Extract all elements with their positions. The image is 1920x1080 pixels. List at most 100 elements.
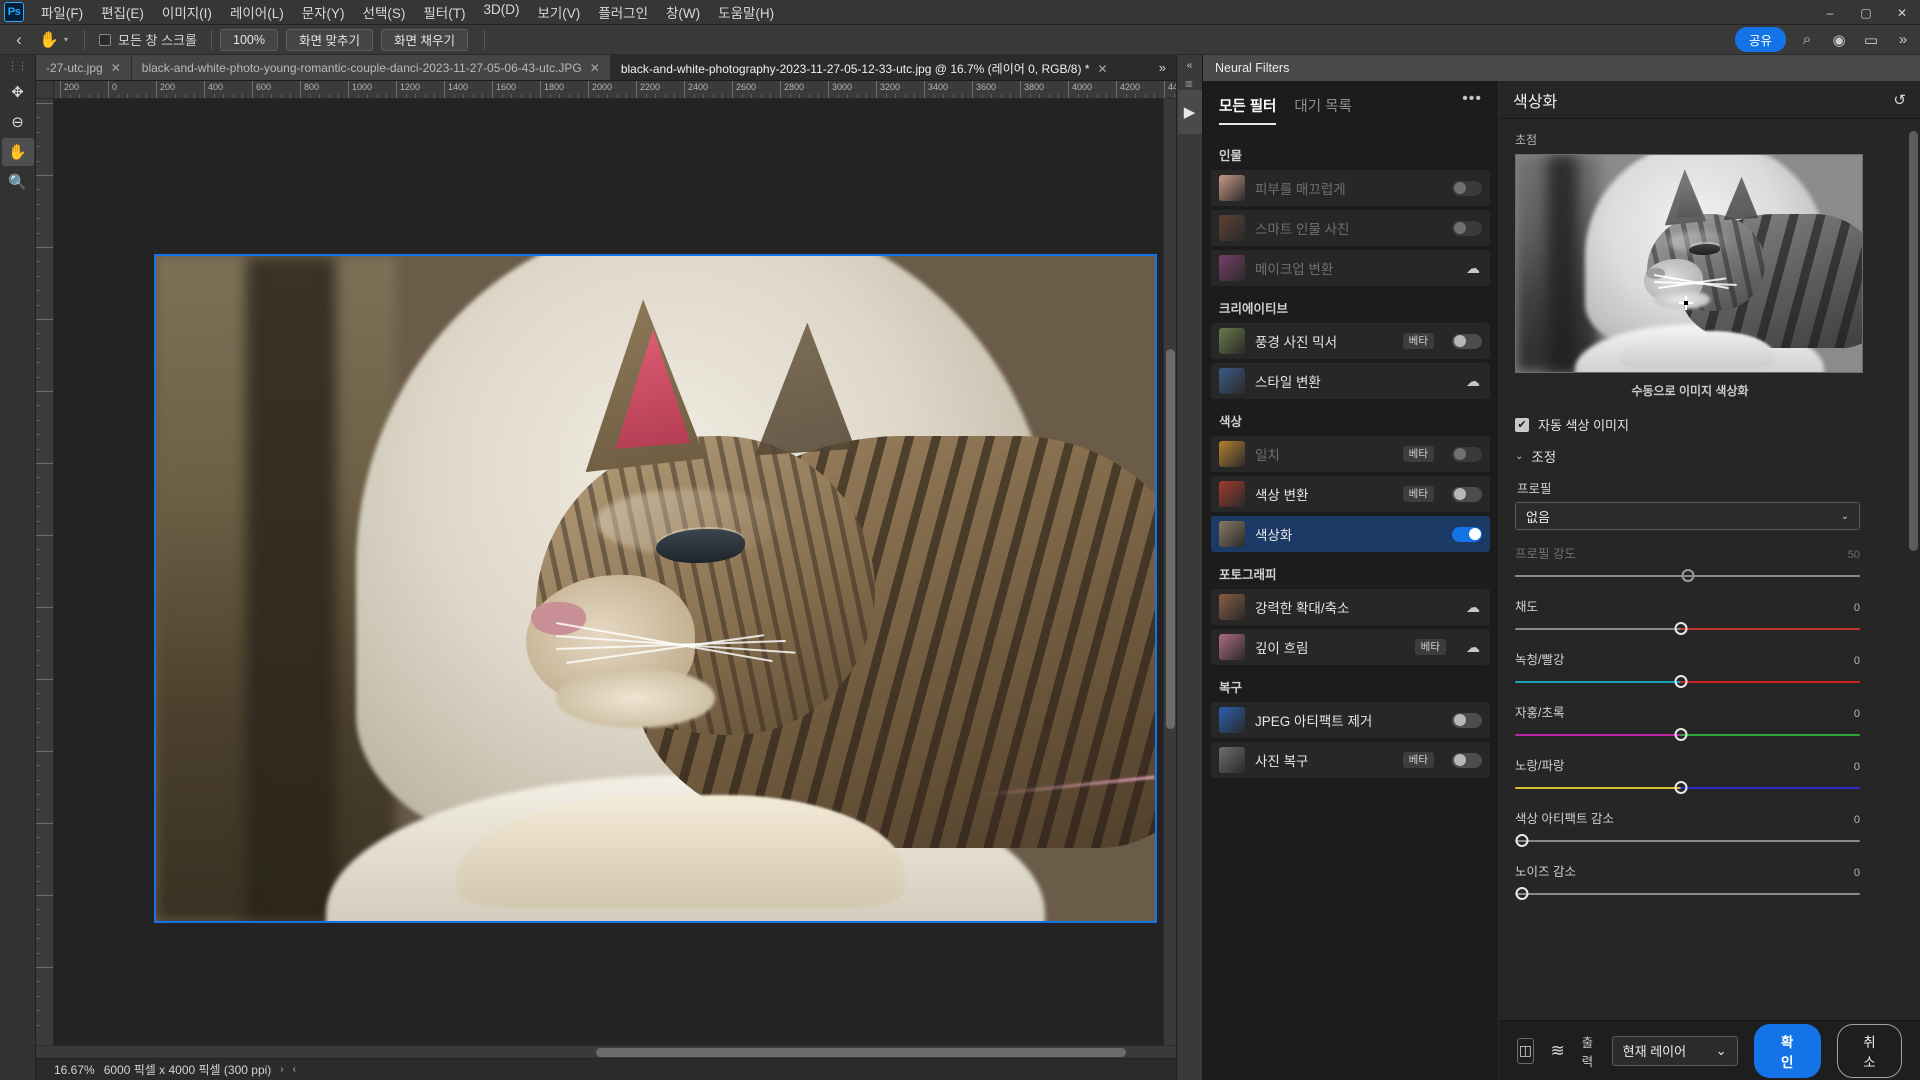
close-tab-icon[interactable]: ✕ bbox=[590, 61, 600, 75]
close-tab-icon[interactable]: ✕ bbox=[1098, 62, 1108, 76]
filter-item[interactable]: 메이크업 변환☁ bbox=[1211, 250, 1490, 286]
zoom-tool-icon[interactable]: 🔍 bbox=[2, 168, 34, 196]
document-tab[interactable]: black-and-white-photo-young-romantic-cou… bbox=[132, 55, 611, 80]
slider-track[interactable] bbox=[1515, 887, 1860, 901]
close-tab-icon[interactable]: ✕ bbox=[111, 61, 121, 75]
filter-item[interactable]: 스타일 변환☁ bbox=[1211, 363, 1490, 399]
slider-knob[interactable] bbox=[1674, 781, 1687, 794]
hand-tool-icon[interactable]: ✋ bbox=[2, 138, 34, 166]
maximize-button[interactable]: ▢ bbox=[1848, 0, 1884, 25]
filter-item[interactable]: 피부를 매끄럽게 bbox=[1211, 170, 1490, 206]
compare-icon[interactable]: ◫ bbox=[1517, 1038, 1534, 1064]
back-arrow-icon[interactable]: ‹ bbox=[4, 27, 34, 53]
download-icon[interactable]: ☁ bbox=[1464, 260, 1482, 277]
slider-knob[interactable] bbox=[1515, 887, 1528, 900]
download-icon[interactable]: ☁ bbox=[1464, 639, 1482, 656]
canvas-vertical-scrollbar[interactable] bbox=[1163, 99, 1176, 1045]
workspace-icon[interactable]: ▭ bbox=[1860, 31, 1882, 49]
filter-toggle[interactable] bbox=[1452, 181, 1482, 196]
slider-value[interactable]: 50 bbox=[1848, 549, 1860, 561]
zoom-level[interactable]: 16.67% bbox=[54, 1063, 95, 1077]
menu-item-3[interactable]: 레이어(L) bbox=[221, 0, 293, 25]
hand-tool-icon[interactable]: ✋ bbox=[34, 27, 64, 53]
filter-toggle[interactable] bbox=[1452, 334, 1482, 349]
ok-button[interactable]: 확인 bbox=[1754, 1024, 1821, 1078]
settings-vertical-scrollbar[interactable] bbox=[1909, 131, 1918, 1010]
menu-item-9[interactable]: 플러그인 bbox=[589, 0, 657, 25]
filter-item[interactable]: 색상 변환베타 bbox=[1211, 476, 1490, 512]
filter-item[interactable]: 깊이 흐림베타☁ bbox=[1211, 629, 1490, 665]
document-canvas-image[interactable] bbox=[154, 254, 1157, 923]
slider-value[interactable]: 0 bbox=[1854, 867, 1860, 879]
panel-expand-icon[interactable]: » bbox=[1892, 31, 1914, 48]
slider-track[interactable] bbox=[1515, 622, 1860, 636]
panel-grip-icon[interactable]: ▥ bbox=[1185, 79, 1194, 88]
filter-item[interactable]: 풍경 사진 믹서베타 bbox=[1211, 323, 1490, 359]
vertical-ruler[interactable] bbox=[36, 99, 54, 1045]
tab-overflow-icon[interactable]: » bbox=[1149, 55, 1176, 80]
auto-color-checkbox[interactable]: ✔ bbox=[1515, 418, 1529, 432]
chevron-down-icon[interactable]: ▾ bbox=[64, 35, 68, 44]
filter-preview-image[interactable] bbox=[1515, 154, 1863, 373]
filter-item[interactable]: 사진 복구베타 bbox=[1211, 742, 1490, 778]
document-tab[interactable]: -27-utc.jpg✕ bbox=[36, 55, 132, 80]
scroll-all-windows-checkbox[interactable]: 모든 창 스크롤 bbox=[93, 30, 203, 49]
menu-item-1[interactable]: 편집(E) bbox=[92, 0, 153, 25]
menu-item-4[interactable]: 문자(Y) bbox=[293, 0, 354, 25]
scrollbar-thumb[interactable] bbox=[1166, 349, 1175, 729]
slider-track[interactable] bbox=[1515, 781, 1860, 795]
slider-value[interactable]: 0 bbox=[1854, 708, 1860, 720]
slider-knob[interactable] bbox=[1674, 675, 1687, 688]
profile-select[interactable]: 없음 ⌄ bbox=[1515, 502, 1860, 530]
auto-color-checkbox-row[interactable]: ✔ 자동 색상 이미지 bbox=[1515, 415, 1904, 434]
move-tool-icon[interactable]: ✥ bbox=[2, 78, 34, 106]
zoom-100-button[interactable]: 100% bbox=[220, 29, 278, 51]
filter-toggle[interactable] bbox=[1452, 487, 1482, 502]
panel-grip-icon[interactable]: ⋮⋮ bbox=[0, 61, 35, 72]
menu-item-5[interactable]: 선택(S) bbox=[354, 0, 415, 25]
search-icon[interactable]: ⌕ bbox=[1796, 31, 1818, 48]
filter-toggle[interactable] bbox=[1452, 713, 1482, 728]
slider-knob[interactable] bbox=[1674, 728, 1687, 741]
slider-knob[interactable] bbox=[1674, 622, 1687, 635]
tab-waitlist[interactable]: 대기 목록 bbox=[1294, 95, 1351, 123]
scrollbar-thumb[interactable] bbox=[1909, 131, 1918, 551]
slider-track[interactable] bbox=[1515, 728, 1860, 742]
slider-knob[interactable] bbox=[1681, 569, 1694, 582]
menu-item-7[interactable]: 3D(D) bbox=[474, 0, 528, 25]
download-icon[interactable]: ☁ bbox=[1464, 373, 1482, 390]
help-icon[interactable]: ◉ bbox=[1828, 31, 1850, 49]
filter-toggle[interactable] bbox=[1452, 753, 1482, 768]
menu-item-11[interactable]: 도움말(H) bbox=[709, 0, 783, 25]
filter-toggle[interactable] bbox=[1452, 447, 1482, 462]
slider-value[interactable]: 0 bbox=[1854, 655, 1860, 667]
filter-item[interactable]: 색상화 bbox=[1211, 516, 1490, 552]
reset-icon[interactable]: ↺ bbox=[1893, 91, 1906, 109]
menu-item-8[interactable]: 보기(V) bbox=[528, 0, 589, 25]
filter-toggle[interactable] bbox=[1452, 527, 1482, 542]
tab-all-filters[interactable]: 모든 필터 bbox=[1219, 95, 1276, 125]
minimize-button[interactable]: – bbox=[1812, 0, 1848, 25]
slider-value[interactable]: 0 bbox=[1854, 602, 1860, 614]
menu-item-6[interactable]: 필터(T) bbox=[414, 0, 474, 25]
marquee-tool-icon[interactable]: ⊖ bbox=[2, 108, 34, 136]
share-button[interactable]: 공유 bbox=[1735, 27, 1786, 52]
status-next-icon[interactable]: › bbox=[280, 1064, 283, 1075]
filter-item[interactable]: 스마트 인물 사진 bbox=[1211, 210, 1490, 246]
output-select[interactable]: 현재 레이어 ⌄ bbox=[1612, 1036, 1738, 1066]
menu-item-10[interactable]: 창(W) bbox=[657, 0, 709, 25]
collapse-panels-icon[interactable]: « bbox=[1187, 60, 1193, 71]
slider-track[interactable] bbox=[1515, 675, 1860, 689]
download-icon[interactable]: ☁ bbox=[1464, 599, 1482, 616]
slider-value[interactable]: 0 bbox=[1854, 814, 1860, 826]
slider-value[interactable]: 0 bbox=[1854, 761, 1860, 773]
slider-track[interactable] bbox=[1515, 569, 1860, 583]
panel-menu-icon[interactable]: ••• bbox=[1462, 95, 1482, 103]
horizontal-ruler[interactable]: 2000200400600800100012001400160018002000… bbox=[54, 81, 1176, 99]
filter-item[interactable]: 강력한 확대/축소☁ bbox=[1211, 589, 1490, 625]
filter-item[interactable]: 일치베타 bbox=[1211, 436, 1490, 472]
fill-screen-button[interactable]: 화면 채우기 bbox=[381, 29, 468, 51]
menu-item-0[interactable]: 파일(F) bbox=[32, 0, 92, 25]
play-preview-button[interactable]: ▶ bbox=[1178, 90, 1202, 134]
canvas-viewport[interactable] bbox=[54, 99, 1163, 1045]
